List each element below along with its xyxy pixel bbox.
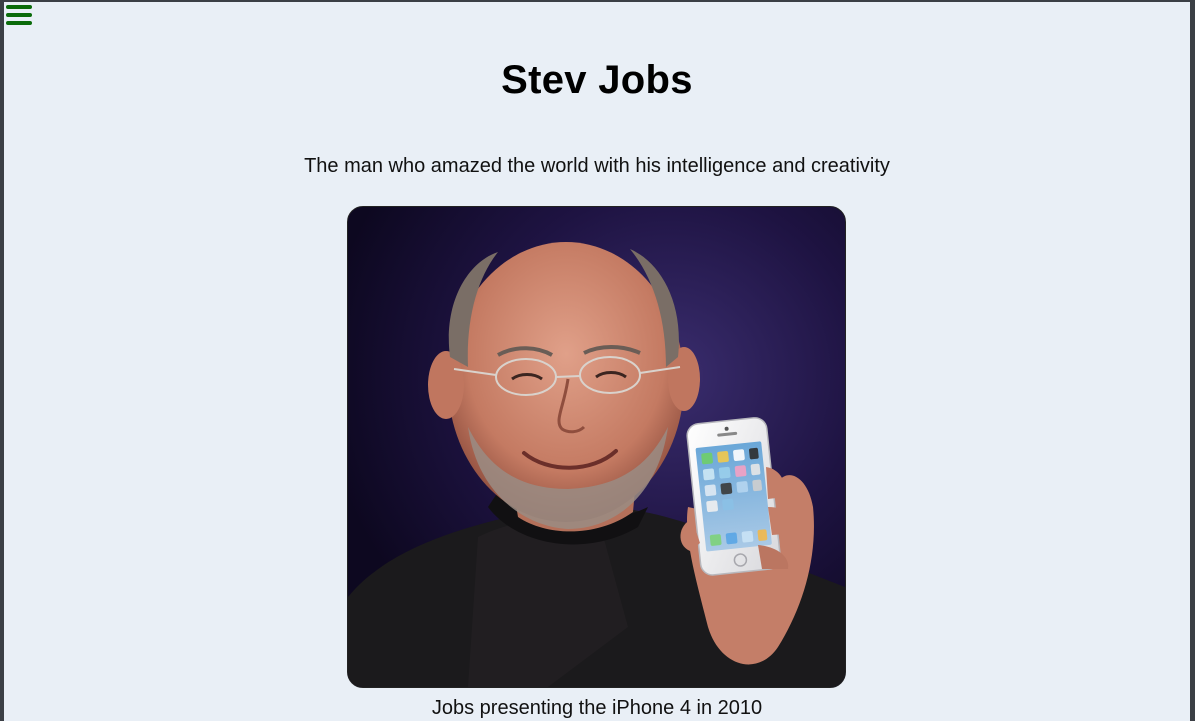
portrait-photo [347, 206, 846, 688]
menu-bar-middle [6, 13, 32, 17]
menu-bar-bottom [6, 21, 32, 25]
page-title: Stev Jobs [501, 58, 693, 102]
menu-bar-top [6, 5, 32, 9]
hamburger-menu-icon[interactable] [6, 3, 32, 27]
portrait-illustration [348, 207, 845, 687]
photo-caption: Jobs presenting the iPhone 4 in 2010 [431, 697, 763, 719]
page-subtitle: The man who amazed the world with his in… [304, 155, 890, 177]
page: Stev Jobs The man who amazed the world w… [4, 2, 1190, 721]
